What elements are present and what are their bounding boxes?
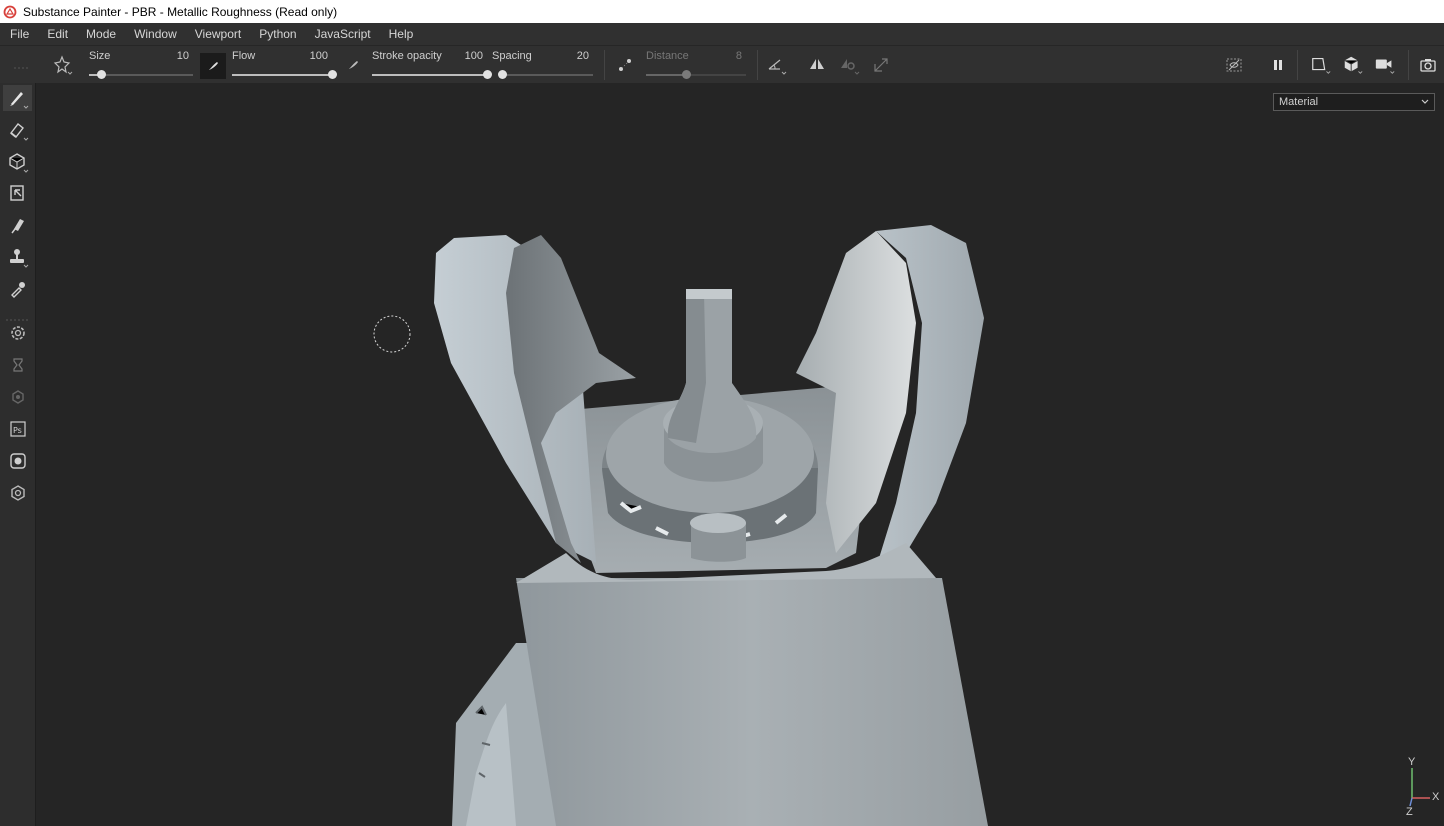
menu-edit[interactable]: Edit	[38, 27, 77, 41]
axis-gizmo: Y X Z	[1398, 756, 1442, 820]
axis-gizmo-graphic	[1409, 768, 1430, 807]
menu-python[interactable]: Python	[250, 27, 305, 41]
stroke-opacity-slider[interactable]: Stroke opacity 100	[372, 46, 492, 84]
display-mode-value: Material	[1279, 96, 1319, 108]
spacing-track	[502, 74, 593, 76]
sidebar-divider	[6, 309, 28, 321]
toolbar-divider	[1297, 50, 1298, 80]
symmetry-icon[interactable]	[806, 54, 828, 76]
paint-tool-button[interactable]	[3, 85, 32, 111]
pause-engine-icon[interactable]	[1267, 54, 1289, 76]
flow-knob[interactable]	[328, 70, 337, 79]
menu-help[interactable]: Help	[380, 27, 423, 41]
stroke-angle-icon[interactable]	[765, 54, 787, 76]
menu-javascript[interactable]: JavaScript	[306, 27, 380, 41]
chevron-down-icon	[1420, 94, 1430, 115]
stroke-opacity-value[interactable]: 100	[465, 50, 483, 62]
size-knob[interactable]	[97, 70, 107, 79]
size-label: Size	[89, 50, 111, 62]
menu-file[interactable]: File	[0, 27, 38, 41]
title-bar: Substance Painter - PBR - Metallic Rough…	[0, 0, 1444, 23]
history-button[interactable]	[3, 352, 32, 378]
clone-tool-button[interactable]	[3, 244, 32, 270]
menu-bar: File Edit Mode Window Viewport Python Ja…	[0, 23, 1444, 45]
window-title: Substance Painter - PBR - Metallic Rough…	[23, 4, 338, 19]
stroke-opacity-fill	[372, 74, 487, 76]
menu-window[interactable]: Window	[125, 27, 186, 41]
smudge-tool-button[interactable]	[3, 212, 32, 238]
hide-selection-icon[interactable]	[1223, 54, 1245, 76]
spacing-slider[interactable]: Spacing 20	[492, 46, 593, 84]
flow-fill	[232, 74, 332, 76]
viewport-3d-icon[interactable]	[1342, 54, 1364, 76]
camera-icon[interactable]	[1374, 54, 1396, 76]
photoshop-export-button[interactable]: Ps	[3, 416, 32, 442]
toolbar-divider	[757, 50, 758, 80]
lazy-mouse-icon[interactable]	[614, 54, 636, 76]
sidebar-grip-icon	[6, 61, 28, 65]
distance-fill	[646, 74, 686, 76]
distance-label: Distance	[646, 50, 689, 62]
3d-model-render	[373, 225, 988, 826]
size-slider[interactable]: Size 10	[89, 46, 193, 84]
screenshot-icon[interactable]	[1417, 54, 1439, 76]
menu-viewport[interactable]: Viewport	[186, 27, 250, 41]
color-picker-tool-button[interactable]	[3, 276, 32, 302]
texture-import-button[interactable]	[3, 448, 32, 474]
axis-z-label: Z	[1406, 806, 1413, 818]
distance-slider[interactable]: Distance 8	[646, 46, 746, 84]
spacing-knob[interactable]	[498, 70, 507, 79]
pen-pressure-flow-icon[interactable]	[342, 54, 364, 76]
distance-knob[interactable]	[682, 70, 691, 79]
substance-share-button[interactable]	[3, 480, 32, 506]
symmetry-settings-icon[interactable]	[838, 54, 860, 76]
axis-x-label: X	[1432, 791, 1440, 803]
geometry-decal-tool-button[interactable]	[3, 180, 32, 206]
projection-tool-button[interactable]	[3, 149, 32, 175]
display-mode-select[interactable]: Material	[1273, 93, 1435, 111]
distance-value[interactable]: 8	[736, 50, 742, 62]
3d-viewport[interactable]: Material Y X Z	[36, 83, 1444, 826]
flow-label: Flow	[232, 50, 256, 62]
size-value[interactable]: 10	[177, 50, 189, 62]
viewport-2d-icon[interactable]	[1310, 54, 1332, 76]
projection-transform-icon[interactable]	[870, 54, 892, 76]
pen-pressure-size-icon[interactable]	[200, 53, 226, 79]
eraser-tool-button[interactable]	[3, 117, 32, 143]
axis-y-label: Y	[1408, 756, 1416, 768]
toolbar-divider	[604, 50, 605, 80]
stroke-opacity-knob[interactable]	[483, 70, 492, 79]
toolbar-divider	[1408, 50, 1409, 80]
flow-value[interactable]: 100	[310, 50, 328, 62]
tool-properties-bar: Size 10 Flow 100 Stroke opacity 100 Spac…	[0, 45, 1444, 84]
bake-settings-button[interactable]	[3, 320, 32, 346]
brush-preset-button[interactable]	[51, 54, 73, 76]
toolbar-grip-icon	[6, 50, 28, 80]
spacing-label: Spacing	[492, 50, 532, 62]
substance-logo-icon	[3, 5, 17, 19]
svg-text:Ps: Ps	[13, 426, 22, 435]
spacing-value[interactable]: 20	[577, 50, 589, 62]
flow-slider[interactable]: Flow 100	[232, 46, 337, 84]
stroke-opacity-label: Stroke opacity	[372, 50, 442, 62]
menu-mode[interactable]: Mode	[77, 27, 125, 41]
plugin-settings-button[interactable]	[3, 384, 32, 410]
tool-sidebar: Ps	[0, 83, 36, 826]
